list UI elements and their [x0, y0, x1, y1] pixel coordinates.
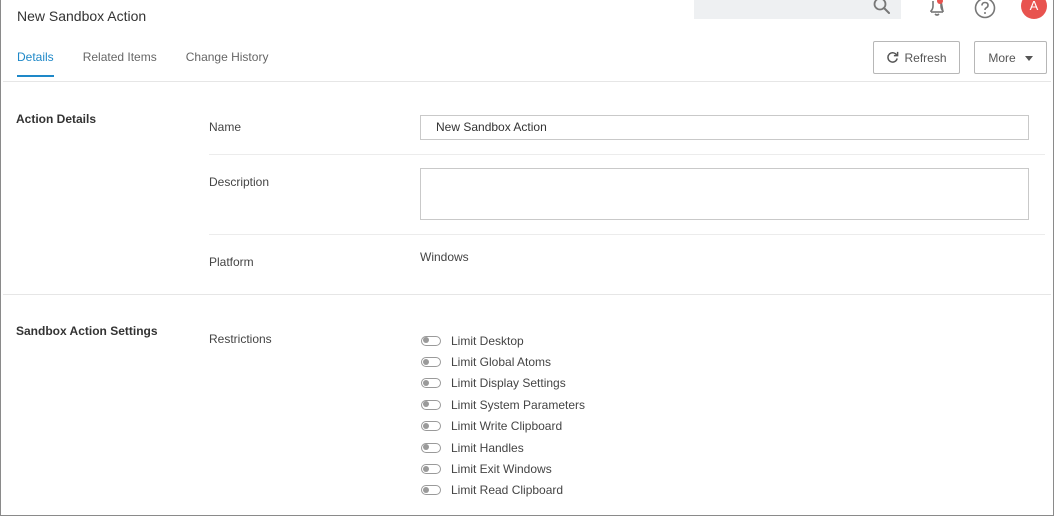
toggle-label: Limit System Parameters	[451, 397, 586, 412]
row-divider	[209, 154, 1045, 155]
name-label: Name	[209, 120, 242, 134]
tab-divider	[3, 81, 1051, 82]
refresh-icon	[887, 51, 899, 63]
more-button-label: More	[988, 50, 1016, 65]
toggle-label: Limit Exit Windows	[451, 462, 552, 477]
toggle-switch[interactable]	[421, 399, 441, 410]
restriction-limit-system-parameters: Limit System Parameters	[421, 394, 585, 415]
app-window: New Sandbox Action A Details Related Ite…	[0, 0, 1054, 516]
description-field[interactable]	[420, 168, 1029, 220]
sandbox-settings-heading: Sandbox Action Settings	[16, 324, 158, 338]
section-divider	[3, 294, 1051, 295]
refresh-button-label: Refresh	[904, 50, 947, 65]
toggle-switch[interactable]	[421, 442, 441, 453]
name-field[interactable]: New Sandbox Action	[420, 115, 1029, 140]
action-details-heading: Action Details	[16, 112, 97, 126]
refresh-button[interactable]: Refresh	[873, 41, 960, 74]
toggle-label: Limit Read Clipboard	[451, 483, 564, 498]
toggle-switch[interactable]	[421, 357, 441, 368]
restrictions-list: Limit Desktop Limit Global Atoms Limit D…	[421, 330, 585, 501]
toggle-label: Limit Desktop	[451, 333, 524, 348]
restriction-limit-exit-windows: Limit Exit Windows	[421, 458, 585, 479]
toggle-switch[interactable]	[421, 335, 441, 346]
toggle-switch[interactable]	[421, 485, 441, 496]
restriction-limit-display-settings: Limit Display Settings	[421, 373, 585, 394]
tab-related-items[interactable]: Related Items	[83, 50, 157, 77]
toggle-switch[interactable]	[421, 421, 441, 432]
notification-bell-icon[interactable]	[927, 0, 947, 17]
user-avatar[interactable]: A	[1021, 0, 1047, 19]
page-title: New Sandbox Action	[17, 8, 147, 24]
search-input[interactable]	[694, 0, 901, 19]
toggle-label: Limit Display Settings	[451, 376, 566, 391]
tab-change-history[interactable]: Change History	[186, 50, 269, 77]
toggle-label: Limit Write Clipboard	[451, 419, 563, 434]
description-label: Description	[209, 175, 270, 189]
tab-details[interactable]: Details	[17, 50, 54, 77]
tab-bar: Details Related Items Change History	[17, 50, 297, 77]
platform-label: Platform	[209, 255, 254, 269]
restriction-limit-read-clipboard: Limit Read Clipboard	[421, 480, 585, 501]
restriction-limit-desktop: Limit Desktop	[421, 330, 585, 351]
more-menu-button[interactable]: More	[974, 41, 1047, 74]
help-icon[interactable]	[974, 0, 996, 19]
restriction-limit-write-clipboard: Limit Write Clipboard	[421, 416, 585, 437]
toggle-switch[interactable]	[421, 378, 441, 389]
toggle-label: Limit Global Atoms	[451, 355, 552, 370]
restrictions-label: Restrictions	[209, 332, 272, 346]
restriction-limit-global-atoms: Limit Global Atoms	[421, 351, 585, 372]
toggle-switch[interactable]	[421, 464, 441, 475]
row-divider	[209, 234, 1045, 235]
chevron-down-icon	[1024, 55, 1033, 61]
search-icon[interactable]	[873, 0, 891, 15]
restriction-limit-handles: Limit Handles	[421, 437, 585, 458]
toggle-label: Limit Handles	[451, 440, 524, 455]
platform-value: Windows	[420, 250, 469, 264]
